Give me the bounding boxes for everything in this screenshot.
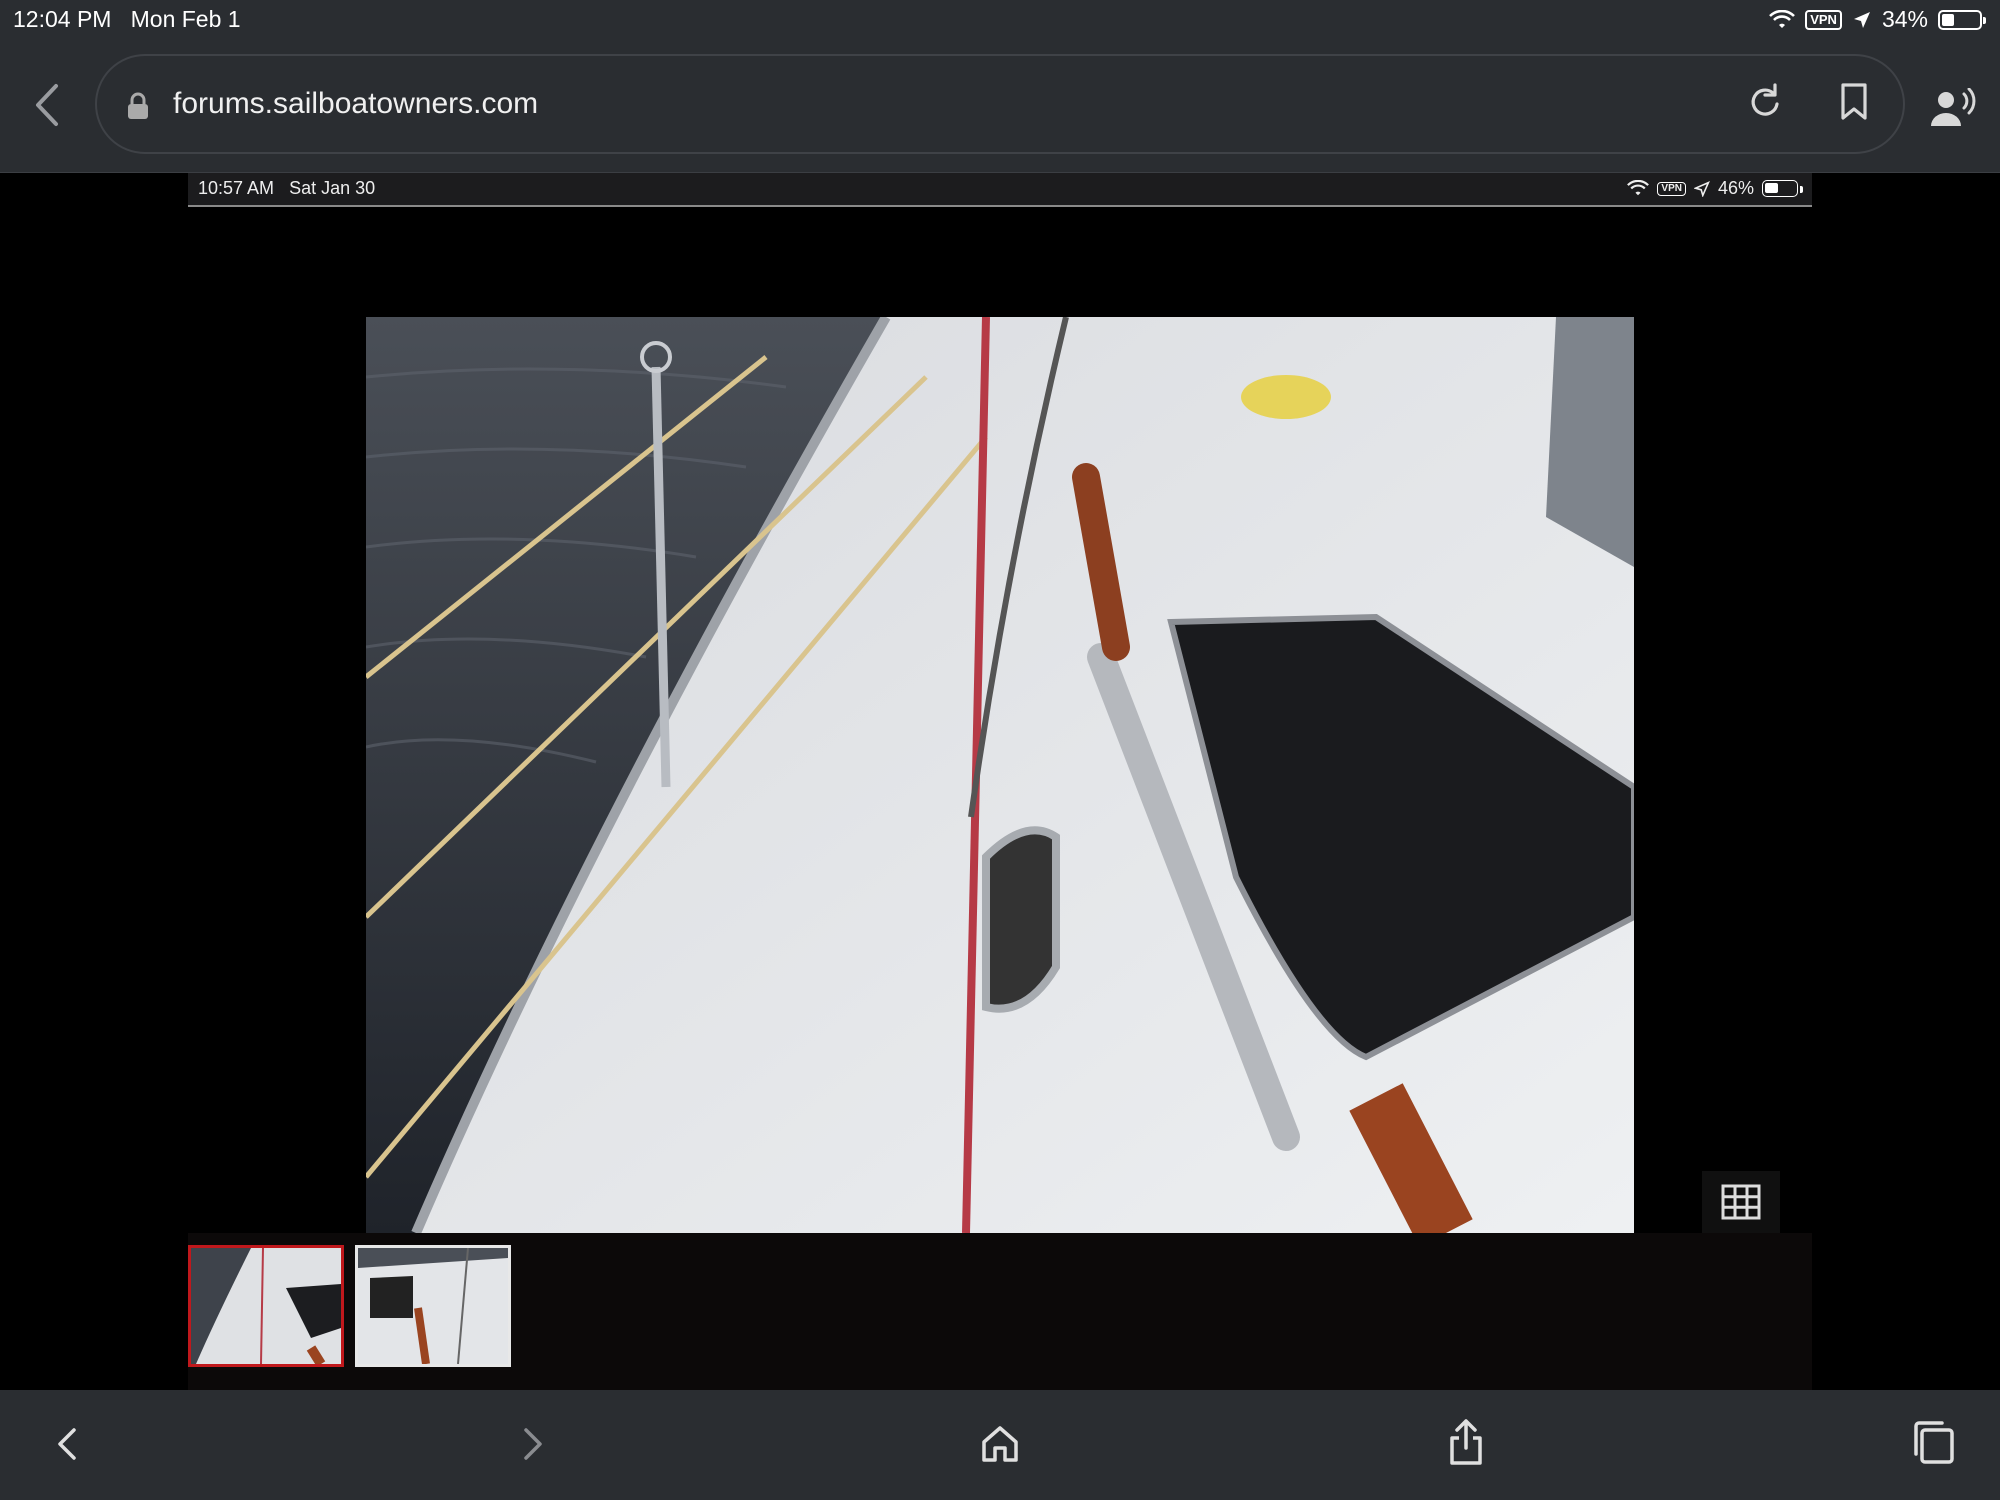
grid-icon — [1721, 1184, 1761, 1220]
status-date-text: Mon Feb 1 — [130, 6, 241, 32]
battery-icon — [1938, 9, 1986, 30]
thumbnail-image — [191, 1248, 341, 1364]
page-content: 10:57 AM Sat Jan 30 VPN 46% — [0, 173, 2000, 1390]
embedded-status-time: 10:57 AM Sat Jan 30 — [198, 178, 375, 199]
address-bar[interactable]: forums.sailboatowners.com — [95, 54, 1905, 154]
thumbnail-strip — [188, 1233, 1812, 1390]
status-time-text: 12:04 PM — [13, 6, 112, 32]
share-icon[interactable] — [1448, 1418, 1484, 1466]
wifi-icon — [1769, 9, 1796, 28]
device-status-bar: 12:04 PM Mon Feb 1 VPN 34% — [0, 0, 2000, 40]
thumbnail-1-selected[interactable] — [188, 1245, 344, 1367]
embedded-date-text: Sat Jan 30 — [289, 178, 376, 198]
lock-icon — [128, 92, 148, 119]
url-text[interactable]: forums.sailboatowners.com — [173, 87, 538, 121]
embedded-time-text: 10:57 AM — [198, 178, 275, 198]
status-time: 12:04 PM Mon Feb 1 — [13, 6, 241, 33]
sailboat-deck-photo — [366, 317, 1634, 1233]
embedded-status-bar: 10:57 AM Sat Jan 30 VPN 46% — [188, 173, 1812, 207]
forward-icon[interactable] — [518, 1424, 548, 1464]
status-indicators: VPN 34% — [1769, 6, 1986, 33]
gallery-main-photo[interactable] — [366, 317, 1634, 1233]
location-arrow-icon — [1693, 180, 1710, 197]
browser-bottom-toolbar — [0, 1390, 2000, 1500]
battery-fill — [1765, 183, 1778, 193]
thumbnail-2[interactable] — [355, 1245, 511, 1367]
reload-icon[interactable] — [1747, 82, 1783, 122]
vpn-badge: VPN — [1805, 9, 1842, 30]
vpn-badge: VPN — [1657, 181, 1686, 196]
embedded-battery-percent: 46% — [1717, 178, 1754, 198]
thumbnail-image — [358, 1248, 508, 1364]
bookmark-icon[interactable] — [1839, 82, 1869, 122]
location-arrow-icon — [1853, 11, 1870, 28]
battery-percent: 34% — [1881, 6, 1928, 32]
battery-fill — [1942, 13, 1954, 26]
battery-icon — [1762, 180, 1803, 197]
tabs-icon[interactable] — [1912, 1420, 1956, 1466]
gallery-grid-button[interactable] — [1702, 1171, 1780, 1233]
home-icon[interactable] — [980, 1424, 1020, 1464]
chevron-left-icon[interactable] — [28, 80, 68, 130]
wifi-icon — [1627, 180, 1650, 196]
back-icon[interactable] — [52, 1424, 82, 1464]
embedded-status-indicators: VPN 46% — [1627, 178, 1803, 199]
reader-voice-icon[interactable] — [1928, 88, 1978, 132]
browser-toolbar: forums.sailboatowners.com — [0, 40, 2000, 173]
